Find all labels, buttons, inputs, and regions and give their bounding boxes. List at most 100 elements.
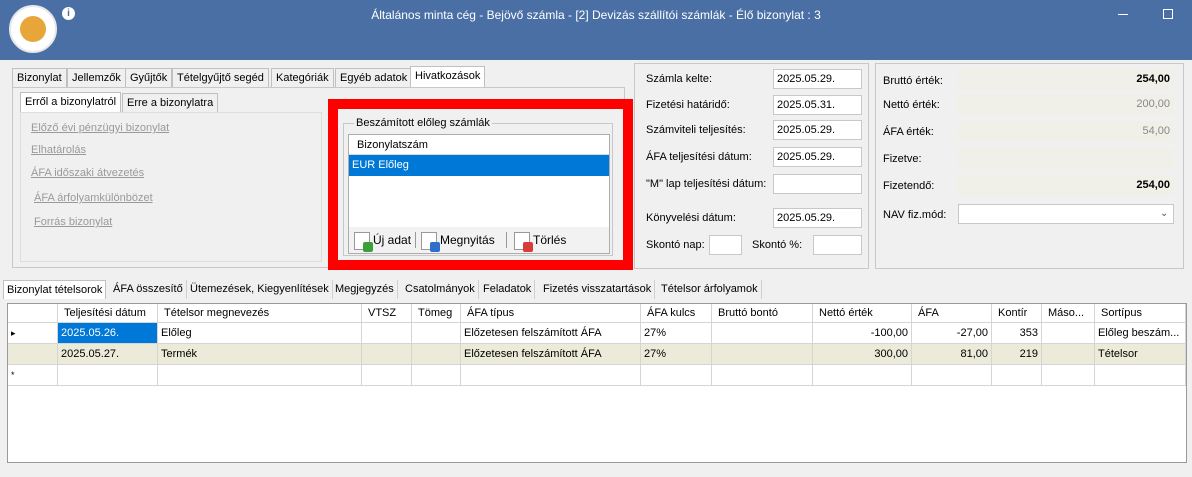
afa-value: 54,00 — [958, 121, 1174, 142]
grid-header[interactable]: Teljesítési dátum — [58, 304, 158, 323]
label-fizetendo: Fizetendő: — [883, 180, 935, 192]
tab-bizonylat-tetelsorok[interactable]: Bizonylat tételsorok — [3, 280, 107, 299]
new-row-cell[interactable] — [912, 365, 992, 386]
fizetve-value — [958, 148, 1174, 169]
tab-megjegyzes[interactable]: Megjegyzés — [332, 280, 398, 299]
label-m-lap: "M" lap teljesítési dátum: — [646, 178, 767, 190]
new-row-cell[interactable] — [58, 365, 158, 386]
chevron-down-icon[interactable]: ⌄ — [1160, 208, 1168, 219]
table-cell[interactable]: 353 — [992, 323, 1042, 344]
grid-header[interactable]: Bruttó bontó — [712, 304, 813, 323]
table-cell[interactable]: Előzetesen felszámított ÁFA — [461, 323, 641, 344]
table-cell[interactable]: 27% — [641, 323, 712, 344]
table-cell[interactable] — [712, 344, 813, 365]
table-cell[interactable]: 2025.05.27. — [58, 344, 158, 365]
table-cell[interactable] — [362, 323, 412, 344]
new-row-cell[interactable] — [158, 365, 362, 386]
minimize-button[interactable] — [1118, 14, 1128, 15]
table-cell[interactable] — [712, 323, 813, 344]
grid-header[interactable]: Kontír — [992, 304, 1042, 323]
sub-panel — [20, 112, 322, 262]
tab-fizetes-visszatartasok[interactable]: Fizetés visszatartások — [540, 280, 656, 299]
link-afa-arfolyam[interactable]: ÁFA árfolyamkülönbözet — [34, 192, 153, 204]
table-cell[interactable] — [1042, 323, 1095, 344]
new-row-cell[interactable] — [641, 365, 712, 386]
new-row-indicator[interactable]: * — [8, 365, 58, 386]
tab-tetelsor-arfolyamok[interactable]: Tételsor árfolyamok — [658, 280, 762, 299]
afa-teljesitesi-field[interactable]: 2025.05.29. — [773, 147, 862, 167]
tab-csatolmanyok[interactable]: Csatolmányok — [402, 280, 479, 299]
new-row-cell[interactable] — [412, 365, 461, 386]
table-cell[interactable]: Előzetesen felszámított ÁFA — [461, 344, 641, 365]
nav-fizmod-select[interactable] — [958, 204, 1174, 224]
new-row-cell[interactable] — [461, 365, 641, 386]
table-cell[interactable]: 300,00 — [813, 344, 912, 365]
tab-utemezesek[interactable]: Ütemezések, Kiegyenlítések — [187, 280, 333, 299]
label-fizetesi-hatarido: Fizetési határidő: — [646, 99, 730, 111]
row-indicator[interactable]: ▸ — [8, 323, 58, 344]
new-row-cell[interactable] — [712, 365, 813, 386]
window-title: Általános minta cég - Bejövő számla - [2… — [371, 8, 821, 22]
new-row-cell[interactable] — [1042, 365, 1095, 386]
grid-header[interactable]: Tömeg — [412, 304, 461, 323]
grid-header[interactable]: Sortípus — [1095, 304, 1186, 323]
tab-afa-osszesito[interactable]: ÁFA összesítő — [110, 280, 187, 299]
tab-erre-a-bizonylatra[interactable]: Erre a bizonylatra — [122, 93, 219, 113]
table-cell[interactable]: Előleg beszám... — [1095, 323, 1186, 344]
tab-gyujtok[interactable]: Gyűjtők — [125, 68, 173, 88]
new-row-cell[interactable] — [992, 365, 1042, 386]
table-cell[interactable]: Termék — [158, 344, 362, 365]
skonto-pct-field[interactable] — [813, 235, 862, 255]
grid-header[interactable]: Nettó érték — [813, 304, 912, 323]
tab-tetelgyujto[interactable]: Tételgyűjtő segéd — [172, 68, 269, 88]
link-elozo-evi[interactable]: Előző évi pénzügyi bizonylat — [31, 122, 169, 134]
table-cell[interactable]: 219 — [992, 344, 1042, 365]
grid-header[interactable]: ÁFA kulcs — [641, 304, 712, 323]
table-cell[interactable]: Előleg — [158, 323, 362, 344]
table-cell[interactable]: 81,00 — [912, 344, 992, 365]
table-cell[interactable]: Tételsor — [1095, 344, 1186, 365]
fizetesi-hatarido-field[interactable]: 2025.05.31. — [773, 95, 862, 115]
table-cell[interactable] — [1042, 344, 1095, 365]
link-afa-idoszaki[interactable]: ÁFA időszaki átvezetés — [31, 167, 144, 179]
tab-errol-a-bizonylatrol[interactable]: Erről a bizonylatról — [20, 92, 122, 114]
table-cell[interactable]: 2025.05.26. — [58, 323, 158, 344]
tab-kategoriak[interactable]: Kategóriák — [271, 68, 334, 88]
row-indicator[interactable] — [8, 344, 58, 365]
new-row-cell[interactable] — [1095, 365, 1186, 386]
new-row-cell[interactable] — [362, 365, 412, 386]
konyvelesi-field[interactable]: 2025.05.29. — [773, 208, 862, 228]
table-cell[interactable]: -27,00 — [912, 323, 992, 344]
grid-header[interactable]: VTSZ — [362, 304, 412, 323]
link-forras[interactable]: Forrás bizonylat — [34, 216, 112, 228]
table-cell[interactable] — [412, 323, 461, 344]
link-elhatarolas[interactable]: Elhatárolás — [31, 144, 86, 156]
grid-header[interactable]: ÁFA típus — [461, 304, 641, 323]
brutto-value: 254,00 — [958, 69, 1174, 90]
m-lap-field[interactable] — [773, 174, 862, 194]
label-fizetve: Fizetve: — [883, 153, 922, 165]
tab-egyeb-adatok[interactable]: Egyéb adatok — [335, 68, 413, 88]
grid-header[interactable]: Máso... — [1042, 304, 1095, 323]
fizetendo-value: 254,00 — [958, 175, 1174, 196]
table-cell[interactable] — [362, 344, 412, 365]
label-afa-teljesitesi: ÁFA teljesítési dátum: — [646, 151, 752, 163]
tab-jellemzok[interactable]: Jellemzők — [67, 68, 126, 88]
label-szamla-kelte: Számla kelte: — [646, 73, 713, 85]
tab-bizonylat[interactable]: Bizonylat — [12, 68, 67, 88]
tab-feladatok[interactable]: Feladatok — [480, 280, 536, 299]
table-cell[interactable] — [412, 344, 461, 365]
skonto-nap-field[interactable] — [709, 235, 742, 255]
new-row-cell[interactable] — [813, 365, 912, 386]
grid-header[interactable]: Tételsor megnevezés — [158, 304, 362, 323]
table-cell[interactable]: -100,00 — [813, 323, 912, 344]
grid-header[interactable]: ÁFA — [912, 304, 992, 323]
table-cell[interactable]: 27% — [641, 344, 712, 365]
szamla-kelte-field[interactable]: 2025.05.29. — [773, 69, 862, 89]
label-skonto-pct: Skontó %: — [752, 239, 803, 251]
tab-hivatkozasok[interactable]: Hivatkozások — [410, 66, 486, 88]
netto-value: 200,00 — [958, 94, 1174, 115]
label-afa: ÁFA érték: — [883, 126, 934, 138]
maximize-button[interactable] — [1163, 9, 1173, 19]
szamviteli-field[interactable]: 2025.05.29. — [773, 120, 862, 140]
